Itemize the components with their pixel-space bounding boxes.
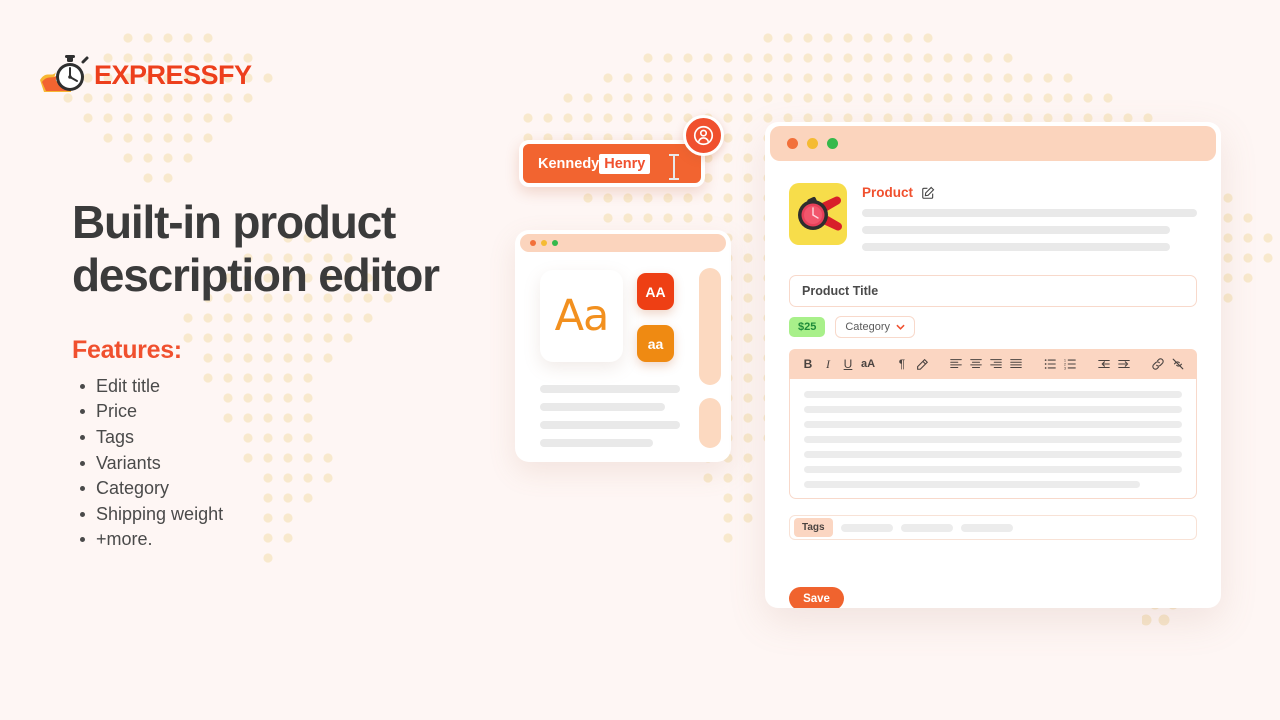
toolbar-font-size-icon[interactable]: aA [859, 354, 877, 374]
tag-placeholder [840, 523, 893, 532]
toolbar-indent-icon[interactable] [1115, 354, 1133, 374]
product-meta: Product [862, 183, 1197, 260]
page-title: Built-in product description editor [72, 196, 440, 302]
feature-item: Edit title [72, 374, 502, 400]
brand-logo[interactable]: EXPRESSFY [38, 52, 252, 98]
product-description-placeholder [862, 209, 1197, 251]
product-header-row: Product [789, 183, 1197, 260]
window-dot-red-icon[interactable] [787, 138, 798, 149]
feature-item: Price [72, 399, 502, 425]
name-input-field[interactable]: Kennedy Henry [519, 140, 705, 187]
lowercase-chip[interactable]: aa [637, 325, 674, 362]
toolbar-unlink-icon[interactable] [1169, 354, 1187, 374]
placeholder-line [804, 451, 1182, 458]
edit-square-icon[interactable] [921, 186, 935, 200]
window-dot-green-icon[interactable] [827, 138, 838, 149]
tag-placeholder [960, 523, 1013, 532]
product-editor-window: Product Product Title $25 Category B I U… [765, 122, 1221, 608]
product-title-input[interactable]: Product Title [789, 275, 1197, 307]
uppercase-chip[interactable]: AA [637, 273, 674, 310]
hero-section: Built-in product description editor Feat… [72, 196, 502, 553]
tags-field[interactable]: Tags [789, 515, 1197, 540]
placeholder-line [804, 436, 1182, 443]
features-list: Edit title Price Tags Variants Category Shipp… [72, 374, 502, 553]
window-dot-yellow-icon[interactable] [541, 240, 547, 246]
toolbar-paragraph-pilcrow-icon[interactable]: ¶ [893, 354, 911, 374]
font-card-titlebar [520, 234, 726, 252]
toolbar-numbered-list-icon[interactable]: 123 [1061, 354, 1079, 374]
placeholder-line [804, 481, 1141, 488]
tags-badge: Tags [794, 518, 833, 537]
placeholder-line [862, 209, 1197, 217]
chevron-down-icon [896, 324, 905, 330]
placeholder-line [540, 385, 680, 393]
uppercase-chip-label: AA [645, 283, 666, 300]
tag-placeholder [900, 523, 953, 532]
placeholder-line [540, 421, 680, 429]
product-section-label: Product [862, 185, 1197, 200]
category-select[interactable]: Category [835, 316, 915, 338]
name-text-plain: Kennedy [538, 155, 600, 172]
feature-item: Tags [72, 425, 502, 451]
scrollbar-thumb-secondary[interactable] [699, 398, 721, 448]
toolbar-highlight-color-icon[interactable] [913, 354, 931, 374]
typography-card: Aa AA aa [515, 230, 731, 462]
svg-text:3: 3 [1064, 365, 1067, 370]
brand-name: EXPRESSFY [94, 59, 252, 90]
feature-item: Variants [72, 451, 502, 477]
name-text-selected: Henry [599, 153, 651, 174]
toolbar-underline-icon[interactable]: U [839, 354, 857, 374]
toolbar-link-icon[interactable] [1149, 354, 1167, 374]
placeholder-line [804, 406, 1182, 413]
description-editor-area[interactable] [789, 379, 1197, 499]
toolbar-align-left-icon[interactable] [947, 354, 965, 374]
toolbar-align-justify-icon[interactable] [1007, 354, 1025, 374]
text-cursor-icon [669, 154, 679, 180]
product-attributes-row: $25 Category [789, 316, 1197, 338]
product-label-text: Product [862, 185, 914, 200]
price-badge[interactable]: $25 [789, 317, 826, 337]
font-sample-tile[interactable]: Aa [540, 270, 623, 362]
placeholder-line [540, 439, 653, 447]
placeholder-line [804, 421, 1182, 428]
save-button[interactable]: Save [789, 587, 844, 608]
name-tag-widget: Kennedy Henry [519, 115, 724, 187]
editor-window-titlebar [770, 126, 1216, 161]
feature-item: Category [72, 476, 502, 502]
feature-item: +more. [72, 527, 502, 553]
toolbar-italic-icon[interactable]: I [819, 354, 837, 374]
wristwatch-image[interactable] [789, 183, 847, 245]
category-select-value: Category [845, 321, 890, 333]
toolbar-align-right-icon[interactable] [987, 354, 1005, 374]
window-dot-yellow-icon[interactable] [807, 138, 818, 149]
window-dot-green-icon[interactable] [552, 240, 558, 246]
feature-item: Shipping weight [72, 502, 502, 528]
window-dot-red-icon[interactable] [530, 240, 536, 246]
product-title-value: Product Title [802, 284, 879, 298]
font-sample-text: Aa [554, 291, 610, 341]
flaming-stopwatch-icon [40, 55, 89, 92]
rich-text-toolbar[interactable]: B I UaA ¶ 1 2 3 [789, 349, 1197, 379]
placeholder-line [804, 391, 1182, 398]
toolbar-outdent-icon[interactable] [1095, 354, 1113, 374]
scrollbar-thumb-primary[interactable] [699, 268, 721, 385]
features-heading: Features: [72, 335, 182, 364]
placeholder-line [862, 226, 1171, 234]
lowercase-chip-label: aa [647, 335, 664, 352]
toolbar-bold-icon[interactable]: B [799, 354, 817, 374]
editor-window-body: Product Product Title $25 Category B I U… [765, 161, 1221, 608]
user-circle-icon[interactable] [683, 115, 724, 156]
placeholder-line [540, 403, 665, 411]
toolbar-align-center-icon[interactable] [967, 354, 985, 374]
placeholder-line [862, 243, 1171, 251]
toolbar-bullet-list-icon[interactable] [1041, 354, 1059, 374]
placeholder-line [804, 466, 1182, 473]
